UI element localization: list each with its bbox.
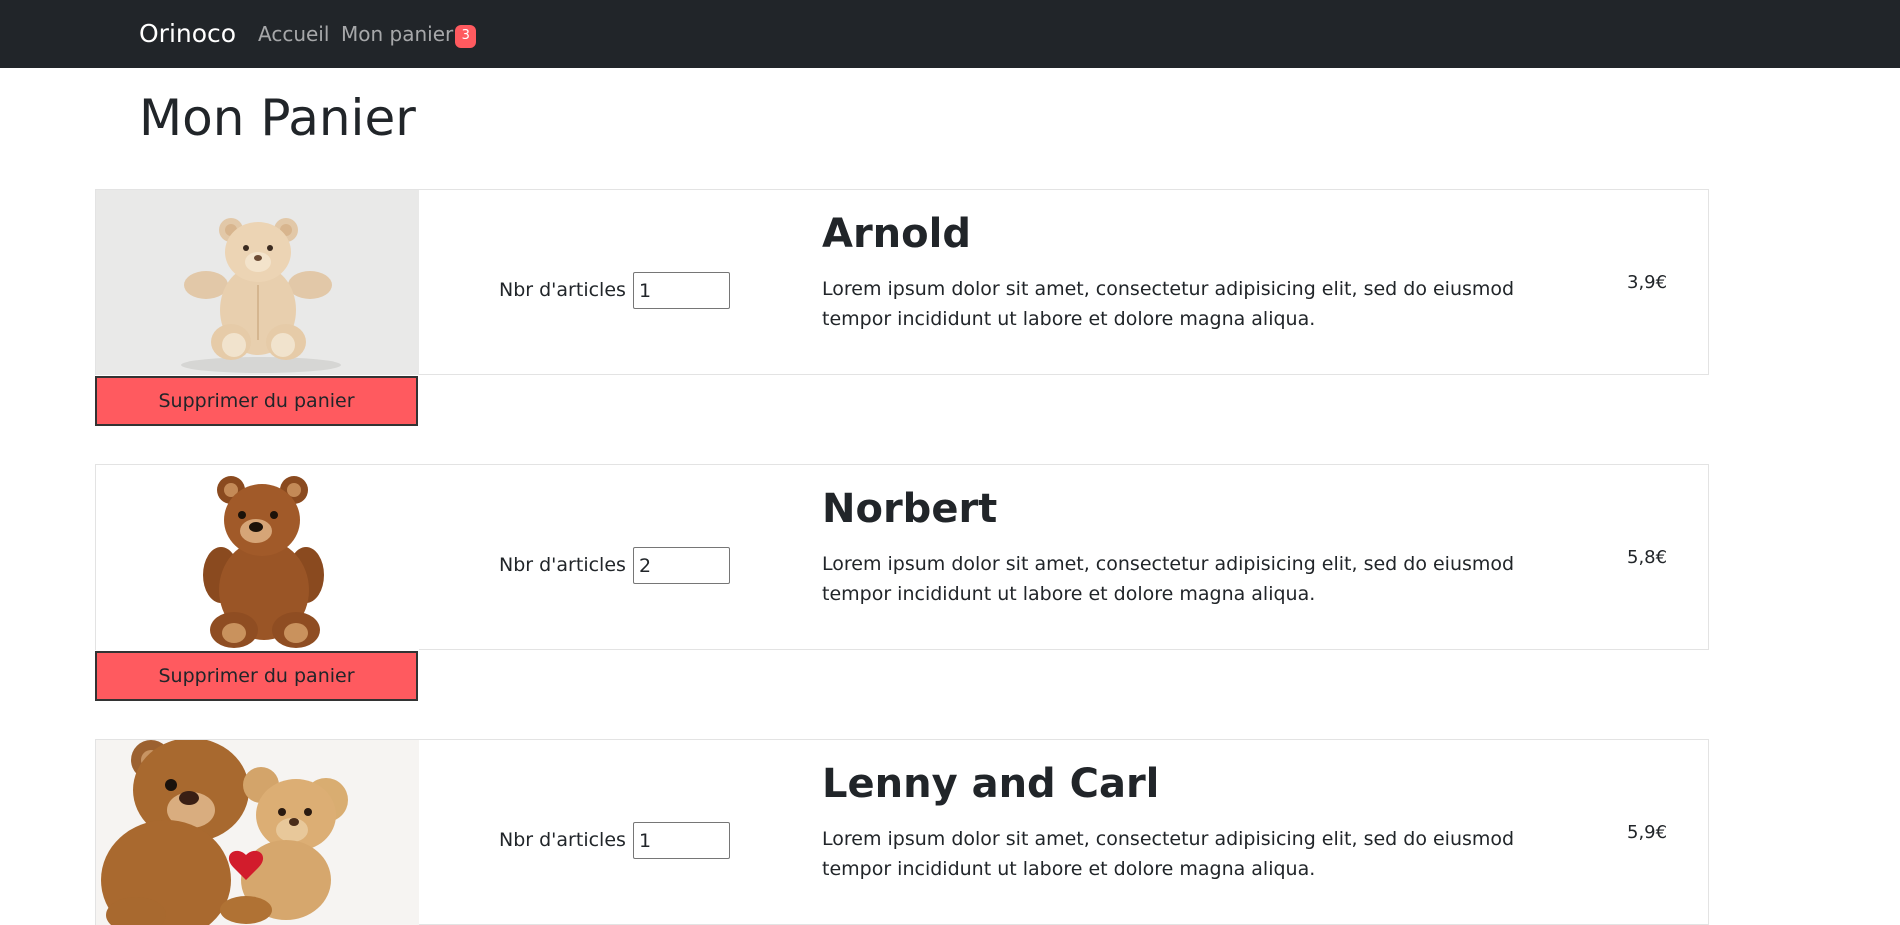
product-name: Lenny and Carl xyxy=(822,761,1160,807)
product-name: Norbert xyxy=(822,486,998,532)
remove-from-cart-button[interactable]: Supprimer du panier xyxy=(95,651,418,701)
cart-item: Nbr d'articles : Lenny and Carl Lorem ip… xyxy=(95,739,1709,925)
product-description: Lorem ipsum dolor sit amet, consectetur … xyxy=(822,278,1515,330)
quantity-input[interactable] xyxy=(633,272,730,309)
page-title: Mon Panier xyxy=(139,89,416,147)
cart-count-badge: 3 xyxy=(455,25,477,48)
brand-logo-link[interactable]: Orinoco xyxy=(139,19,236,49)
quantity-label: Nbr d'articles : xyxy=(499,554,639,576)
product-name: Arnold xyxy=(822,211,971,257)
product-image xyxy=(96,740,419,925)
cart-item: Nbr d'articles : Arnold Lorem ipsum dolo… xyxy=(95,189,1709,375)
product-price: 3,9€ xyxy=(1627,272,1668,293)
teddy-bears-pair-icon xyxy=(96,740,419,925)
quantity-label: Nbr d'articles : xyxy=(499,829,639,851)
teddy-bear-brown-icon xyxy=(96,465,419,650)
nav-link-cart-label: Mon panier xyxy=(341,22,454,46)
quantity-input[interactable] xyxy=(633,547,730,584)
teddy-bear-beige-icon xyxy=(96,190,419,375)
product-description: Lorem ipsum dolor sit amet, consectetur … xyxy=(822,828,1515,880)
product-price: 5,9€ xyxy=(1627,822,1668,843)
remove-from-cart-button[interactable]: Supprimer du panier xyxy=(95,376,418,426)
quantity-input[interactable] xyxy=(633,822,730,859)
nav-link-cart[interactable]: Mon panier 3 xyxy=(341,21,477,48)
cart-item: Nbr d'articles : Norbert Lorem ipsum dol… xyxy=(95,464,1709,650)
product-price: 5,8€ xyxy=(1627,547,1668,568)
top-navbar: Orinoco Accueil Mon panier 3 xyxy=(0,0,1900,68)
quantity-label: Nbr d'articles : xyxy=(499,279,639,301)
product-image xyxy=(96,190,419,375)
product-description: Lorem ipsum dolor sit amet, consectetur … xyxy=(822,553,1515,605)
product-image xyxy=(96,465,419,650)
nav-link-home[interactable]: Accueil xyxy=(258,21,329,47)
